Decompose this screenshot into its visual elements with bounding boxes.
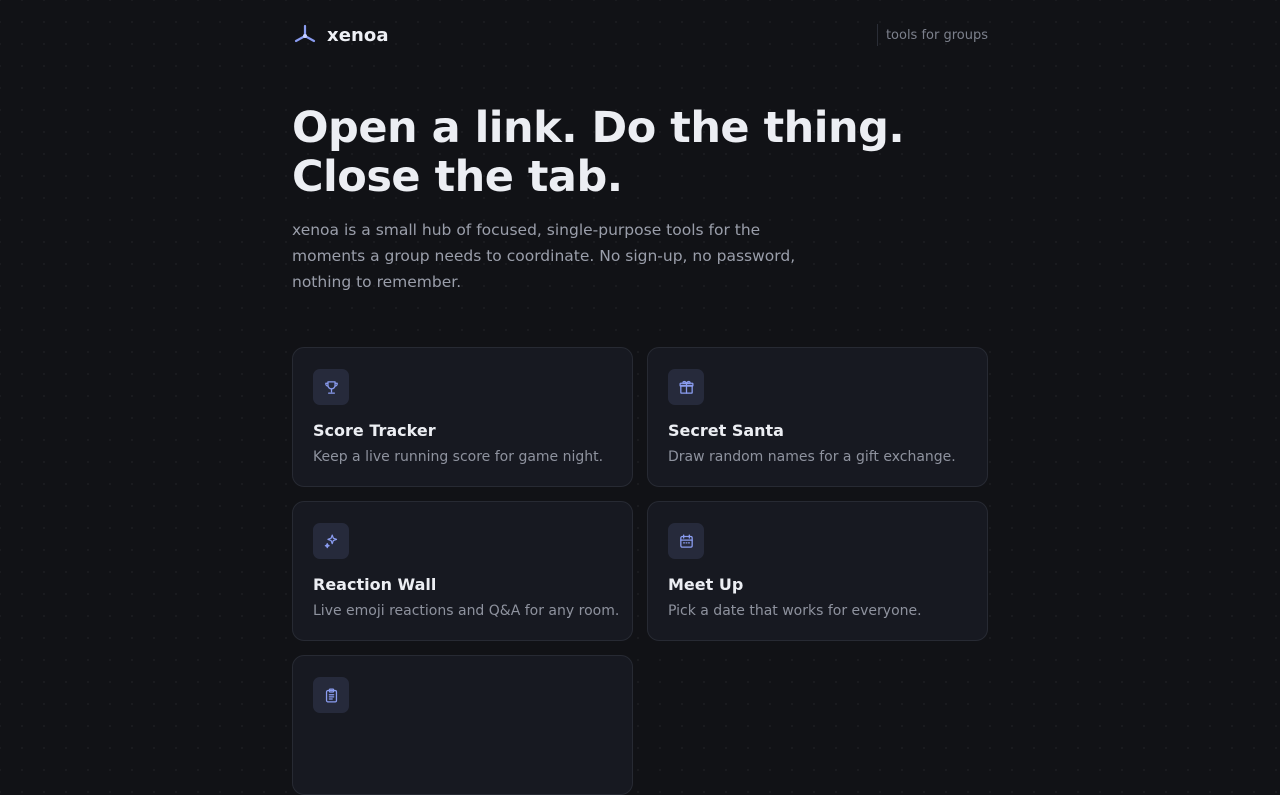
- hero-title-line-2: Close the tab.: [292, 152, 623, 202]
- trophy-icon: [313, 369, 349, 405]
- sparkles-icon: [313, 523, 349, 559]
- brand-link[interactable]: xenoa: [292, 22, 389, 48]
- hero-title-line-1: Open a link. Do the thing.: [292, 103, 905, 153]
- tool-card-partial[interactable]: [292, 655, 633, 795]
- tool-description: Draw random names for a gift exchange.: [668, 449, 956, 465]
- top-bar: xenoa tools for groups: [292, 22, 988, 48]
- tool-title: Score Tracker: [313, 421, 436, 440]
- tool-card-score-tracker[interactable]: Score Tracker Keep a live running score …: [292, 347, 633, 487]
- hero-description: xenoa is a small hub of focused, single-…: [292, 221, 796, 291]
- header-tagline: tools for groups: [876, 24, 988, 46]
- tool-title: Reaction Wall: [313, 575, 437, 594]
- tool-description: Live emoji reactions and Q&A for any roo…: [313, 603, 620, 619]
- tool-card-meet-up[interactable]: Meet Up Pick a date that works for every…: [647, 501, 988, 641]
- tool-description: Pick a date that works for everyone.: [668, 603, 922, 619]
- clipboard-icon: [313, 677, 349, 713]
- tool-title: Meet Up: [668, 575, 744, 594]
- tool-description: Keep a live running score for game night…: [313, 449, 604, 465]
- calendar-icon: [668, 523, 704, 559]
- gift-icon: [668, 369, 704, 405]
- hero-title: Open a link. Do the thing. Close the tab…: [292, 104, 988, 202]
- tool-card-secret-santa[interactable]: Secret Santa Draw random names for a gif…: [647, 347, 988, 487]
- tool-card-reaction-wall[interactable]: Reaction Wall Live emoji reactions and Q…: [292, 501, 633, 641]
- brand-name: xenoa: [327, 24, 389, 46]
- logo-icon: [294, 24, 316, 43]
- tool-title: Secret Santa: [668, 421, 784, 440]
